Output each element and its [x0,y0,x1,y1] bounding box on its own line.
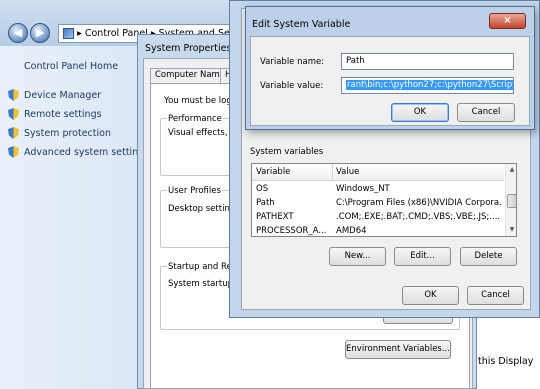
edit-variable-button[interactable]: Edit... [394,247,451,266]
sidebar-item-device-manager[interactable]: Device Manager [8,89,101,101]
sidebar-item-advanced-system-settings[interactable]: Advanced system settings [8,146,149,158]
variable-cell: OS [256,184,269,194]
sidebar-item-label: Advanced system settings [24,146,150,158]
column-header-value[interactable]: Value [336,167,359,177]
edit-cancel-label: Cancel [471,107,501,117]
variable-cell: Path [256,198,275,208]
table-row[interactable]: PATHEXT .COM;.EXE;.BAT;.CMD;.VBS;.VBE;.J… [252,211,504,224]
edit-variable-label: Edit... [410,251,435,261]
back-arrow-icon[interactable]: ◀ [8,23,28,43]
user-profiles-text: Desktop setting [168,204,236,214]
table-row[interactable]: Path C:\Program Files (x86)\NVIDIA Corpo… [252,197,504,210]
tab-computer-name[interactable]: Computer Name [150,68,231,83]
shield-icon [8,108,19,120]
close-glyph: × [503,15,512,26]
shield-icon [8,127,19,139]
value-cell: Windows_NT [336,184,390,194]
variable-value-field[interactable]: rant\bin;c:\python27;c:\python27\Scripts [341,77,514,94]
shield-icon [8,89,19,101]
table-row[interactable]: PROCESSOR_A... AMD64 [252,225,504,236]
environment-variables-label: Environment Variables... [346,344,450,354]
edit-dialog-title: Edit System Variable [252,19,351,30]
back-arrow-glyph: ◀ [13,26,23,39]
value-cell: C:\Program Files (x86)\NVIDIA Corpora... [336,198,501,208]
list-scrollbar[interactable]: ▲ ▼ [505,164,516,236]
variable-name-field[interactable]: Path [341,53,514,70]
delete-variable-button[interactable]: Delete [460,247,517,266]
sidebar-item-label: System protection [24,127,111,139]
scroll-down-icon[interactable]: ▼ [506,224,516,236]
sidebar-item-system-protection[interactable]: System protection [8,127,111,139]
environment-variables-button[interactable]: Environment Variables... [345,340,451,359]
env-ok-button[interactable]: OK [402,286,459,305]
performance-text: Visual effects, p [168,128,236,138]
system-properties-title: System Properties [145,43,232,54]
startup-recovery-text: System startup, [168,279,236,289]
variable-name-value: Path [346,56,365,66]
forward-arrow-icon[interactable]: ▶ [30,23,50,43]
edit-ok-label: OK [413,107,427,117]
env-ok-label: OK [424,290,437,300]
variable-value-label: Variable value: [260,81,324,91]
edit-ok-button[interactable]: OK [391,103,449,122]
forward-arrow-glyph: ▶ [35,26,45,39]
table-row[interactable]: OS Windows_NT [252,183,504,196]
variable-name-label: Variable name: [260,57,325,67]
env-cancel-button[interactable]: Cancel [467,286,524,305]
display-link[interactable]: this Display [478,356,533,367]
variable-cell: PROCESSOR_A... [256,226,327,236]
system-variables-list[interactable]: Variable Value OS Windows_NT Path C:\Pro… [251,163,517,237]
variable-value-text: rant\bin;c:\python27;c:\python27\Scripts [346,80,513,90]
new-variable-label: New... [344,251,371,261]
startup-recovery-title: Startup and Rec [167,262,238,272]
control-panel-home-link[interactable]: Control Panel Home [24,61,118,72]
close-icon[interactable]: × [489,13,526,29]
env-cancel-label: Cancel [481,290,510,300]
new-variable-button[interactable]: New... [329,247,386,266]
breadcrumb-sep-1: ▸ [77,28,82,39]
column-divider[interactable] [332,164,333,181]
column-header-variable[interactable]: Variable [256,167,290,177]
delete-variable-label: Delete [474,251,503,261]
shield-icon [8,146,19,158]
scroll-thumb[interactable] [507,194,516,208]
edit-cancel-button[interactable]: Cancel [457,103,515,122]
performance-title: Performance [167,114,223,124]
sidebar-item-label: Remote settings [24,108,102,120]
variable-cell: PATHEXT [256,212,294,222]
value-cell: AMD64 [336,226,367,236]
sidebar-item-label: Device Manager [24,89,102,101]
control-panel-icon [63,28,75,39]
system-variables-label: System variables [250,147,324,157]
user-profiles-title: User Profiles [167,186,222,196]
scroll-up-icon[interactable]: ▲ [506,164,516,176]
list-header: Variable Value [252,164,504,181]
sidebar-item-remote-settings[interactable]: Remote settings [8,108,102,120]
value-cell: .COM;.EXE;.BAT;.CMD;.VBS;.VBE;.JS;.... [336,212,501,222]
